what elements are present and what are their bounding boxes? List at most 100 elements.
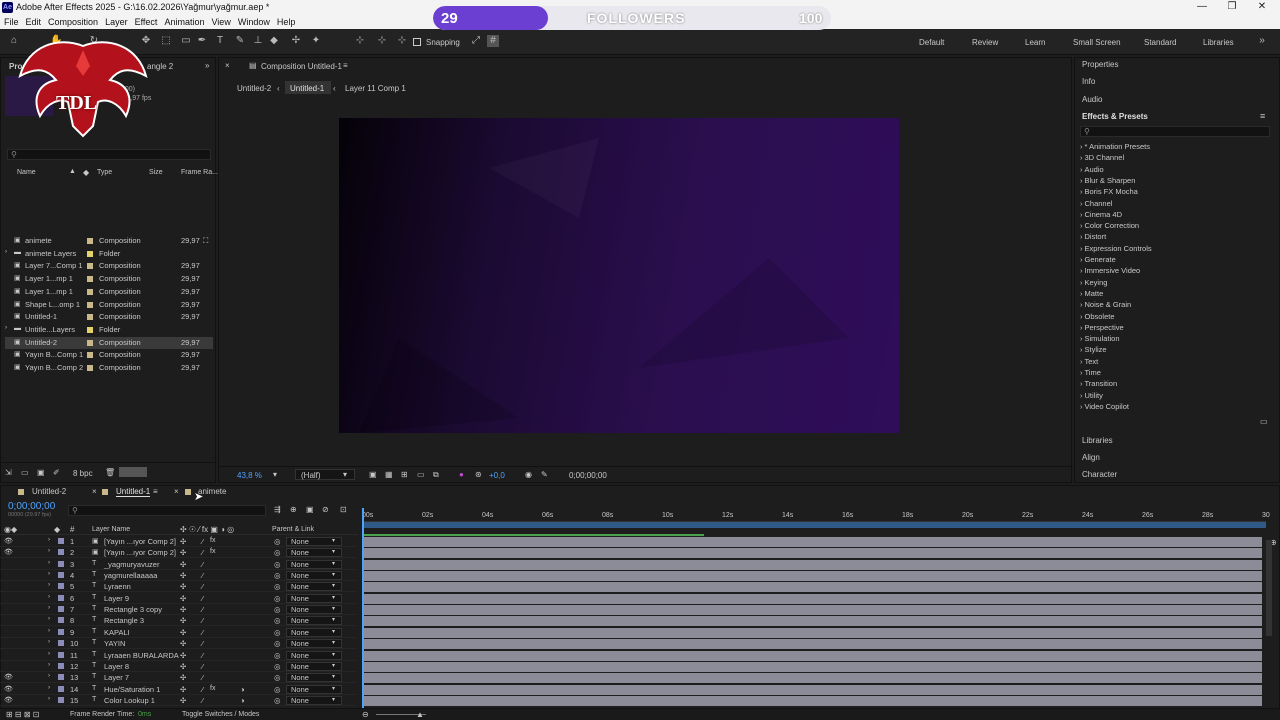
exposure-value[interactable]: +0,0 [489, 471, 505, 480]
layer-duration-bar[interactable] [364, 571, 1262, 582]
effects-presets-header[interactable]: Effects & Presets [1082, 112, 1148, 121]
shy-switch-icon[interactable]: ✣ [180, 628, 186, 637]
effect-category[interactable]: › Noise & Grain [1080, 300, 1131, 309]
bit-depth[interactable]: 8 bpc [73, 469, 93, 478]
label-color[interactable] [58, 594, 64, 601]
shy-switch-icon[interactable]: ✣ [180, 548, 186, 557]
zoom-in-icon[interactable]: ▲ [416, 710, 424, 719]
shy-switch-icon[interactable]: ✣ [180, 537, 186, 546]
effect-category[interactable]: › Blur & Sharpen [1080, 176, 1135, 185]
label-color[interactable] [58, 538, 64, 544]
effect-category[interactable]: › Audio [1080, 165, 1104, 174]
snap-grid-icon[interactable]: # [487, 35, 499, 47]
layer-duration-bar[interactable] [364, 582, 1262, 593]
close-panel-icon[interactable]: × [225, 61, 230, 70]
pickwhip-icon[interactable]: ◎ [274, 685, 281, 694]
lock-icon[interactable]: ▤ [249, 61, 257, 70]
layer-name[interactable]: KAPALI [104, 628, 130, 637]
maximize-button[interactable]: ❐ [1222, 1, 1242, 13]
pickwhip-icon[interactable]: ◎ [274, 628, 281, 637]
pickwhip-icon[interactable]: ◎ [274, 662, 281, 671]
project-item[interactable]: ▣ Shape L...omp 1 Composition 29,97 [5, 299, 213, 311]
chevron-right-icon[interactable]: › [48, 616, 50, 622]
view-axis-icon[interactable]: ⊹ [396, 35, 408, 47]
quality-switch-icon[interactable]: ⁄ [202, 673, 203, 682]
layer-row[interactable]: 👁 › 13 T Layer 7 ✣ ⁄ ◎ None ▾ [0, 672, 356, 684]
layer-row[interactable]: › 12 T Layer 8 ✣ ⁄ ◎ None ▾ [0, 661, 356, 672]
trash-icon[interactable]: 🗑 [105, 468, 115, 477]
project-item[interactable]: ▣ Layer 7...Comp 1 Composition 29,97 [5, 260, 213, 272]
effect-category[interactable]: › Simulation [1080, 334, 1120, 343]
pickwhip-icon[interactable]: ◎ [274, 594, 281, 603]
mask-visibility-icon[interactable]: ▭ [417, 470, 425, 479]
shy-switch-icon[interactable]: ✣ [180, 662, 186, 671]
layer-row[interactable]: 👁 › 1 ▣ [Yayın ...ıyor Comp 2] ✣ ⁄ fx ◎ None ▾ [0, 536, 356, 547]
label-color[interactable] [87, 288, 93, 295]
eye-icon[interactable]: 👁 [4, 696, 13, 704]
col-parent-link[interactable]: Parent & Link [272, 526, 314, 533]
effect-category[interactable]: › Keying [1080, 278, 1107, 287]
chevron-right-icon[interactable]: › [48, 662, 50, 668]
grid-guide-icon[interactable]: ⊞ [401, 470, 408, 479]
snapping-checkbox[interactable] [413, 38, 421, 46]
layer-duration-bar[interactable] [364, 537, 1262, 547]
composition-canvas[interactable] [339, 118, 899, 433]
project-tab-2[interactable]: angle 2 [147, 62, 173, 71]
layer-name[interactable]: Color Lookup 1 [104, 696, 155, 705]
quality-switch-icon[interactable]: ⁄ [202, 616, 203, 625]
layer-name[interactable]: _yagmuryavuzer [104, 560, 159, 569]
label-color[interactable] [58, 549, 64, 556]
chevron-right-icon[interactable]: › [48, 560, 50, 566]
info-panel-header[interactable]: Info [1082, 77, 1095, 86]
effect-category[interactable]: › Video Copilot [1080, 402, 1129, 411]
effect-category[interactable]: › Transition [1080, 379, 1117, 388]
panel-menu-icon[interactable]: ≡ [1260, 111, 1265, 121]
interpret-footage-icon[interactable]: ⇲ [5, 468, 12, 477]
label-color[interactable] [87, 250, 93, 257]
axis-mode-icon[interactable]: ⊹ [354, 35, 366, 47]
layer-row[interactable]: › 10 T YAYIN ✣ ⁄ ◎ None ▾ [0, 638, 356, 650]
fx-switch-icon[interactable]: fx [210, 537, 215, 544]
layer-duration-bar[interactable] [364, 650, 1262, 661]
workspace-small-screen[interactable]: Small Screen [1073, 38, 1121, 47]
timeline-tab-untitled-1[interactable]: Untitled-1 [116, 487, 151, 497]
panel-menu-icon[interactable]: ≡ [343, 61, 348, 70]
chevron-right-icon[interactable]: › [48, 696, 50, 702]
label-color[interactable] [58, 606, 64, 613]
chevron-right-icon[interactable]: › [5, 249, 7, 255]
label-color[interactable] [58, 617, 64, 624]
layer-duration-bar[interactable] [364, 639, 1262, 650]
type-tool-icon[interactable]: T [214, 35, 226, 47]
quality-switch-icon[interactable]: ⁄ [202, 605, 203, 614]
quality-switch-icon[interactable]: ⁄ [202, 548, 203, 557]
align-panel-header[interactable]: Align [1082, 453, 1100, 462]
shy-switch-icon[interactable]: ✣ [180, 696, 186, 705]
pickwhip-icon[interactable]: ◎ [274, 673, 281, 682]
layer-name[interactable]: Layer 9 [104, 594, 129, 603]
label-color[interactable] [58, 572, 64, 579]
brush-tool-icon[interactable]: ✎ [234, 35, 246, 47]
flow-item-untitled-1[interactable]: Untitled-1 [290, 84, 324, 93]
shy-switch-icon[interactable]: ✣ [180, 651, 186, 660]
layer-row[interactable]: › 3 T _yagmuryavuzer ✣ ⁄ ◎ None ▾ [0, 559, 356, 570]
work-area-bar[interactable] [362, 522, 1266, 528]
quality-switch-icon[interactable]: ⁄ [202, 662, 203, 671]
effect-category[interactable]: › * Animation Presets [1080, 142, 1150, 151]
fx-switch-icon[interactable]: fx [210, 685, 215, 692]
col-name[interactable]: Name [17, 169, 36, 176]
audio-panel-header[interactable]: Audio [1082, 95, 1102, 104]
timeline-tab-untitled-2[interactable]: Untitled-2 [32, 487, 66, 496]
eye-icon[interactable]: 👁 [4, 673, 13, 681]
layer-duration-bar[interactable] [364, 559, 1262, 570]
layer-name[interactable]: [Yayın ...ıyor Comp 2] [104, 537, 176, 546]
layer-row[interactable]: › 7 T Rectangle 3 copy ✣ ⁄ ◎ None ▾ [0, 604, 356, 616]
chevron-right-icon[interactable]: › [48, 685, 50, 691]
shy-switch-icon[interactable]: ✣ [180, 571, 186, 580]
project-item[interactable]: ▣ Layer 1...mp 1 Composition 29,97 [5, 273, 213, 285]
puppet-pin-icon[interactable]: ✦ [310, 35, 322, 47]
label-color[interactable] [87, 276, 93, 283]
timeline-search-input[interactable]: ⚲ [68, 505, 266, 516]
project-item[interactable]: ▣ Layer 1...mp 1 Composition 29,97 [5, 286, 213, 298]
layer-row[interactable]: › 6 T Layer 9 ✣ ⁄ ◎ None ▾ [0, 593, 356, 604]
shy-switch-icon[interactable]: ✣ [180, 582, 186, 591]
